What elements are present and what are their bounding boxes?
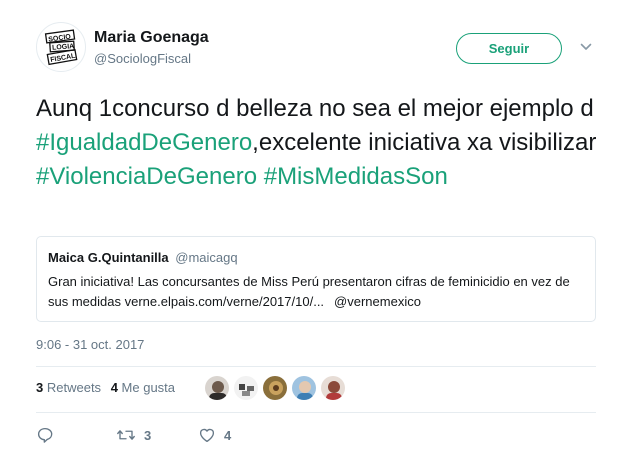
retweet-icon [117, 430, 135, 440]
tweet-actions: 3 4 [36, 426, 336, 448]
retweets-count: 3 [36, 380, 44, 395]
quoted-tweet-header: Maica G.Quintanilla @maicagq [48, 250, 238, 265]
hashtag-violencia-de-genero[interactable]: #ViolenciaDeGenero [36, 163, 257, 190]
reply-button[interactable] [36, 426, 54, 444]
heart-icon [199, 428, 215, 443]
follow-button[interactable]: Seguir [456, 33, 562, 64]
like-count: 4 [224, 427, 232, 443]
liker-avatar[interactable] [204, 375, 230, 401]
tweet-text-segment: ,excelente iniciativa xa visibilizar [252, 129, 597, 156]
retweets-stat[interactable]: 3 Retweets [36, 380, 101, 395]
tweet-card: SOCIO LOGIA FISCAL Maria Goenaga @Sociol… [0, 0, 629, 470]
quoted-mention: @vernemexico [334, 294, 421, 309]
hashtag-mis-medidas-son[interactable]: #MisMedidasSon [264, 163, 448, 190]
author-handle[interactable]: @SociologFiscal [94, 51, 191, 66]
quoted-tweet-text: Gran iniciativa! Las concursantes de Mis… [48, 274, 570, 309]
divider [36, 366, 596, 367]
liker-avatar[interactable] [262, 375, 288, 401]
retweet-button[interactable]: 3 [116, 426, 151, 444]
author-name[interactable]: Maria Goenaga [94, 29, 209, 47]
liker-avatar[interactable] [291, 375, 317, 401]
tweet-text-segment [257, 163, 264, 190]
liker-avatar[interactable] [233, 375, 259, 401]
tweet-stats: 3 Retweets 4 Me gusta [36, 380, 181, 395]
likes-label: Me gusta [121, 380, 176, 395]
likes-count: 4 [110, 380, 118, 395]
quoted-author-name: Maica G.Quintanilla [48, 250, 169, 265]
tweet-timestamp[interactable]: 9:06 - 31 oct. 2017 [36, 337, 144, 352]
quoted-tweet-body: Gran iniciativa! Las concursantes de Mis… [48, 272, 588, 312]
retweet-count: 3 [144, 427, 152, 443]
tweet-text-segment: Aunq 1concurso d belleza no sea el mejor… [36, 95, 594, 122]
liker-avatar[interactable] [320, 375, 346, 401]
sociologia-fiscal-logo: SOCIO LOGIA FISCAL [44, 29, 78, 66]
reply-icon [37, 427, 53, 443]
like-button[interactable]: 4 [198, 426, 231, 444]
retweets-label: Retweets [46, 380, 102, 395]
divider [36, 412, 596, 413]
tweet-text: Aunq 1concurso d belleza no sea el mejor… [36, 92, 606, 194]
quoted-tweet[interactable]: Maica G.Quintanilla @maicagq Gran inicia… [36, 236, 596, 322]
quoted-author-handle: @maicagq [175, 250, 238, 265]
hashtag-igualdad-de-genero[interactable]: #IgualdadDeGenero [36, 129, 252, 156]
author-avatar[interactable]: SOCIO LOGIA FISCAL [36, 22, 86, 72]
likes-stat[interactable]: 4 Me gusta [111, 380, 175, 395]
chevron-down-icon[interactable] [580, 42, 592, 52]
